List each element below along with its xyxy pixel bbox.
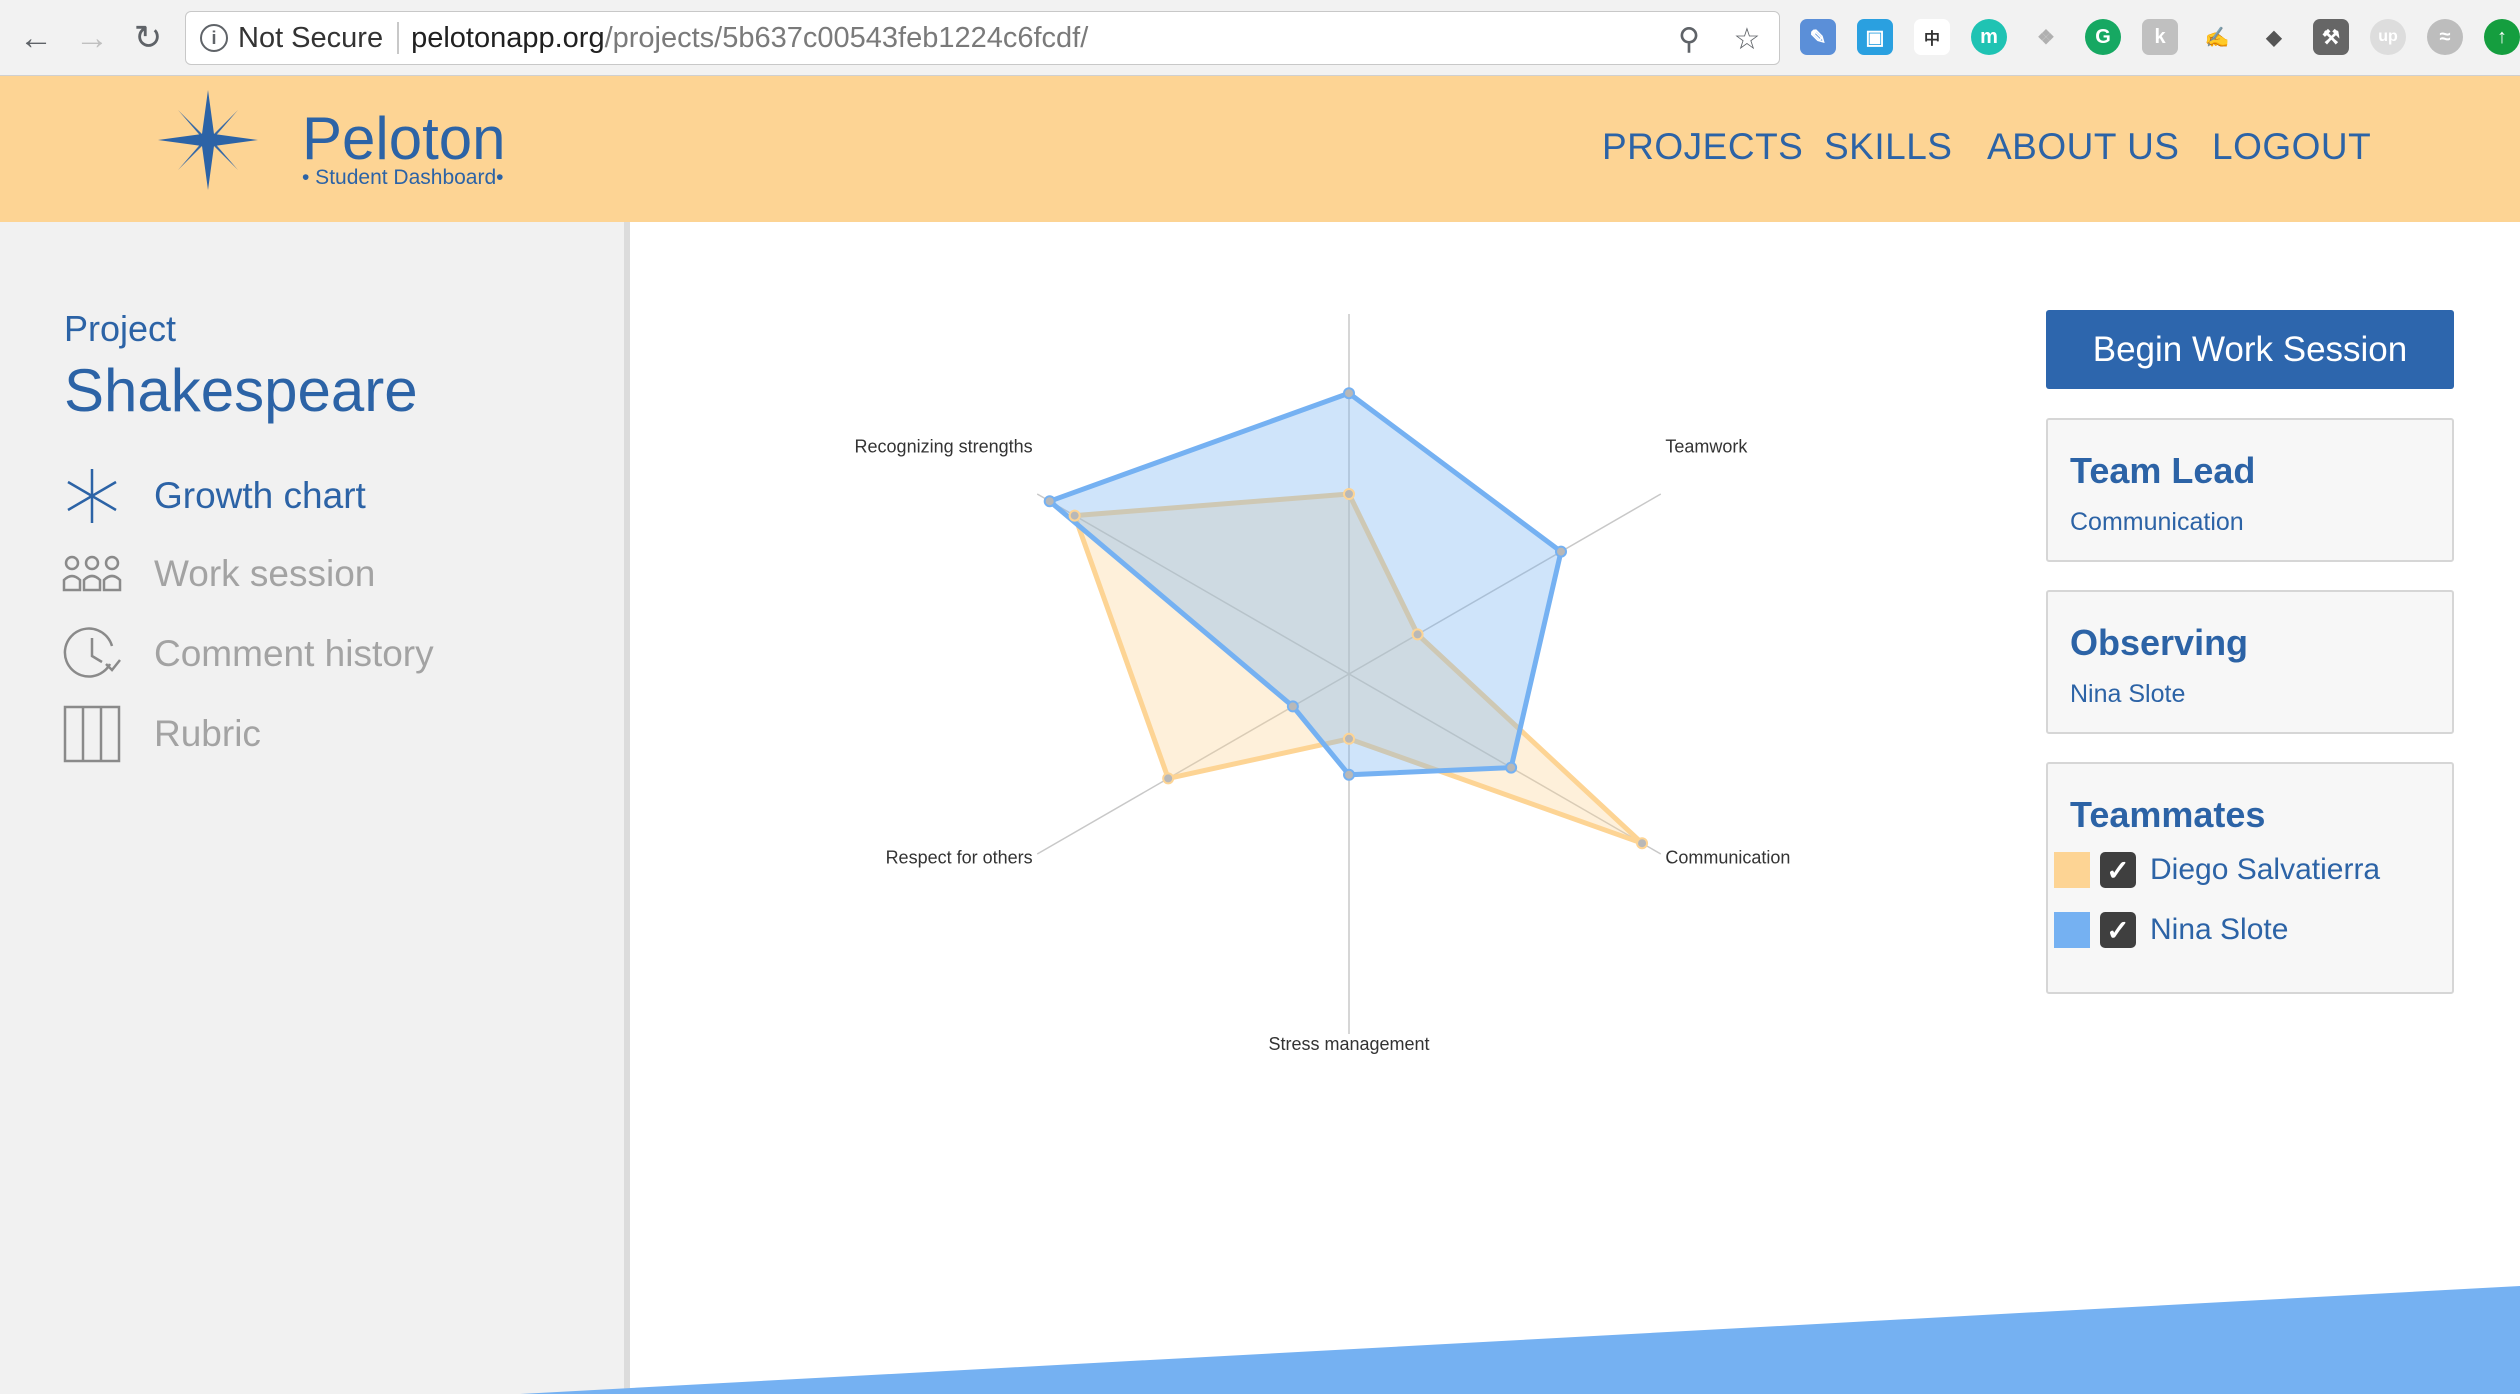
- radar-chart: Self-efficacyTeamworkCommunicationStress…: [855, 254, 1791, 1054]
- project-name: Shakespeare: [64, 357, 418, 424]
- teammate-row: ✓ Diego Salvatierra: [2054, 852, 2380, 888]
- radar-axis-label: Stress management: [1268, 1034, 1429, 1054]
- radar-point: [1636, 837, 1649, 850]
- teammate-checkbox[interactable]: ✓: [2100, 852, 2136, 888]
- radar-point: [1286, 700, 1299, 713]
- k-icon[interactable]: k: [2142, 19, 2178, 55]
- project-label: Project: [64, 308, 177, 349]
- dropbox-icon[interactable]: ❖: [2028, 19, 2064, 55]
- columns-icon: [62, 704, 122, 764]
- info-icon[interactable]: i: [200, 24, 228, 52]
- address-divider: [397, 22, 400, 54]
- sidebar-item-label: Rubric: [154, 713, 261, 754]
- app-header: Peloton • Student Dashboard• PROJECTS SK…: [0, 76, 2520, 222]
- observing-card: Observing Nina Slote: [2046, 590, 2454, 734]
- extensions-bar: ✎ ▣ 中 m ❖ G k ✍ ◆ ⚒ up ≈ ↑: [1800, 19, 2520, 55]
- team-lead-card: Team Lead Communication: [2046, 418, 2454, 562]
- sidebar: Project Shakespeare Growth chart Work se…: [0, 222, 630, 1394]
- nav-about-us[interactable]: ABOUT US: [1987, 126, 2179, 168]
- radar-axis-label: Teamwork: [1665, 437, 1748, 457]
- nav-logout[interactable]: LOGOUT: [2212, 126, 2371, 168]
- zoom-icon[interactable]: ⚲: [1673, 22, 1705, 57]
- teammate-name[interactable]: Nina Slote: [2150, 913, 2288, 947]
- translate-icon[interactable]: 中: [1914, 19, 1950, 55]
- footer-decoration: [520, 1286, 2520, 1394]
- eyedropper-icon[interactable]: ✎: [1800, 19, 1836, 55]
- sidebar-item-growth-chart[interactable]: Growth chart: [62, 466, 366, 526]
- spotify-icon[interactable]: ≈: [2427, 19, 2463, 55]
- sidebar-item-label: Comment history: [154, 633, 434, 674]
- arrow-up-icon[interactable]: ↑: [2484, 19, 2520, 55]
- team-lead-title: Team Lead: [2070, 450, 2256, 491]
- radar-point: [1043, 495, 1056, 508]
- asterisk-icon: [62, 466, 122, 526]
- teammate-checkbox[interactable]: ✓: [2100, 912, 2136, 948]
- url-path: /projects/5b637c00543feb1224c6fcdf/: [604, 21, 1089, 54]
- radar-axis-label: Communication: [1665, 848, 1790, 868]
- brand-subtitle: • Student Dashboard•: [302, 166, 504, 189]
- sidebar-item-rubric[interactable]: Rubric: [62, 704, 261, 764]
- back-arrow-icon[interactable]: ←: [16, 18, 56, 58]
- radar-axis-label: Recognizing strengths: [855, 437, 1033, 457]
- growth-chart: Self-efficacyTeamworkCommunicationStress…: [640, 254, 2090, 1060]
- sidebar-item-label: Work session: [154, 553, 376, 594]
- radar-point: [1343, 768, 1355, 781]
- team-icon: [62, 544, 122, 604]
- teammate-color-swatch: [2054, 912, 2090, 948]
- logo-star-icon[interactable]: [158, 90, 258, 190]
- m-icon[interactable]: m: [1971, 19, 2007, 55]
- radar-point: [1343, 732, 1355, 745]
- observing-title: Observing: [2070, 622, 2249, 663]
- sidebar-item-work-session[interactable]: Work session: [62, 544, 375, 604]
- observing-value: Nina Slote: [2070, 680, 2186, 708]
- teammate-row: ✓ Nina Slote: [2054, 912, 2288, 948]
- address-bar[interactable]: i Not Secure pelotonapp.org/projects/5b6…: [185, 11, 1780, 65]
- radar-axis-label: Respect for others: [886, 848, 1033, 868]
- sidebar-item-label: Growth chart: [154, 475, 366, 516]
- grammarly-icon[interactable]: G: [2085, 19, 2121, 55]
- security-label: Not Secure: [238, 21, 384, 54]
- radar-point: [1343, 387, 1355, 400]
- nav-projects[interactable]: PROJECTS: [1602, 126, 1803, 168]
- teammates-card: Teammates ✓ Diego Salvatierra ✓ Nina Slo…: [2046, 762, 2454, 994]
- upwork-icon[interactable]: up: [2370, 19, 2406, 55]
- radar-point: [1555, 545, 1568, 558]
- history-clock-icon: [62, 624, 122, 684]
- radar-point: [1505, 761, 1518, 774]
- radar-point: [1068, 509, 1081, 522]
- radar-point: [1411, 628, 1424, 641]
- reload-icon[interactable]: ↻: [128, 18, 168, 58]
- evernote-icon[interactable]: ◆: [2256, 19, 2292, 55]
- teammates-title: Teammates: [2070, 794, 2266, 835]
- sidebar-item-comment-history[interactable]: Comment history: [62, 624, 434, 684]
- radar-point: [1343, 488, 1355, 500]
- notes-icon[interactable]: ✍: [2199, 19, 2235, 55]
- teammate-name[interactable]: Diego Salvatierra: [2150, 853, 2380, 887]
- window-icon[interactable]: ▣: [1857, 19, 1893, 55]
- teammate-color-swatch: [2054, 852, 2090, 888]
- nav-skills[interactable]: SKILLS: [1824, 126, 1952, 168]
- begin-work-session-button[interactable]: Begin Work Session: [2046, 310, 2454, 389]
- tools-icon[interactable]: ⚒: [2313, 19, 2349, 55]
- forward-arrow-icon[interactable]: →: [72, 18, 112, 58]
- brand-name[interactable]: Peloton: [302, 104, 506, 173]
- team-lead-value: Communication: [2070, 508, 2244, 536]
- url-host: pelotonapp.org: [411, 21, 605, 54]
- bookmark-star-icon[interactable]: ☆: [1731, 22, 1763, 57]
- radar-point: [1162, 772, 1175, 785]
- browser-toolbar: ← → ↻ i Not Secure pelotonapp.org/projec…: [0, 0, 2520, 76]
